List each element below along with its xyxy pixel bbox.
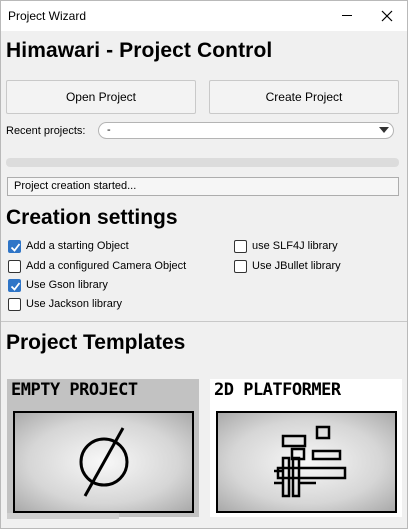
title-bar: Project Wizard — [1, 1, 407, 31]
recent-projects-label: Recent projects: — [6, 125, 86, 137]
option-add-starting-object[interactable]: Add a starting Object — [8, 238, 129, 254]
minimize-button[interactable] — [333, 1, 361, 31]
checkmark-icon — [10, 242, 21, 252]
creation-settings-title: Creation settings — [6, 206, 178, 229]
option-use-jackson[interactable]: Use Jackson library — [8, 296, 122, 312]
checkbox[interactable] — [234, 239, 247, 253]
window-title: Project Wizard — [8, 9, 87, 23]
option-use-gson[interactable]: Use Gson library — [8, 277, 108, 293]
page-title: Himawari - Project Control — [6, 39, 273, 62]
checkbox[interactable] — [8, 259, 21, 273]
templates-scrollbar[interactable] — [7, 513, 119, 519]
option-label: Use JBullet library — [252, 260, 341, 272]
recent-projects-dropdown[interactable]: - — [98, 122, 394, 139]
close-button[interactable] — [373, 1, 401, 31]
option-add-camera-object[interactable]: Add a configured Camera Object — [8, 258, 186, 274]
checkbox[interactable] — [8, 239, 21, 253]
section-divider — [1, 321, 407, 322]
empty-set-icon — [79, 427, 129, 497]
checkmark-icon — [10, 281, 21, 291]
option-label: use SLF4J library — [252, 240, 338, 252]
project-templates-title: Project Templates — [6, 331, 186, 354]
option-label: Use Gson library — [26, 279, 108, 291]
close-icon — [381, 10, 393, 22]
checkbox[interactable] — [234, 259, 247, 273]
checkbox[interactable] — [8, 297, 21, 311]
checkbox[interactable] — [8, 278, 21, 292]
platformer-blocks-icon — [274, 425, 347, 498]
option-use-jbullet[interactable]: Use JBullet library — [234, 258, 341, 274]
template-label: 2D PLATFORMER — [214, 380, 341, 400]
project-wizard-window: Project Wizard Himawari - Project Contro… — [0, 0, 408, 529]
option-label: Add a configured Camera Object — [26, 260, 187, 272]
create-project-button[interactable]: Create Project — [209, 80, 399, 114]
template-preview — [216, 411, 397, 513]
progress-bar — [6, 158, 399, 167]
chevron-down-icon — [379, 127, 389, 133]
option-label: Add a starting Object — [26, 240, 129, 252]
option-use-slf4j[interactable]: use SLF4J library — [234, 238, 338, 254]
template-label: EMPTY PROJECT — [11, 380, 138, 400]
template-preview — [13, 411, 194, 513]
open-project-button[interactable]: Open Project — [6, 80, 196, 114]
template-2d-platformer[interactable]: 2D PLATFORMER — [210, 379, 402, 517]
option-label: Use Jackson library — [26, 298, 122, 310]
template-empty-project[interactable]: EMPTY PROJECT — [7, 379, 199, 517]
recent-projects-value: - — [107, 124, 111, 136]
status-text: Project creation started... — [7, 177, 399, 196]
